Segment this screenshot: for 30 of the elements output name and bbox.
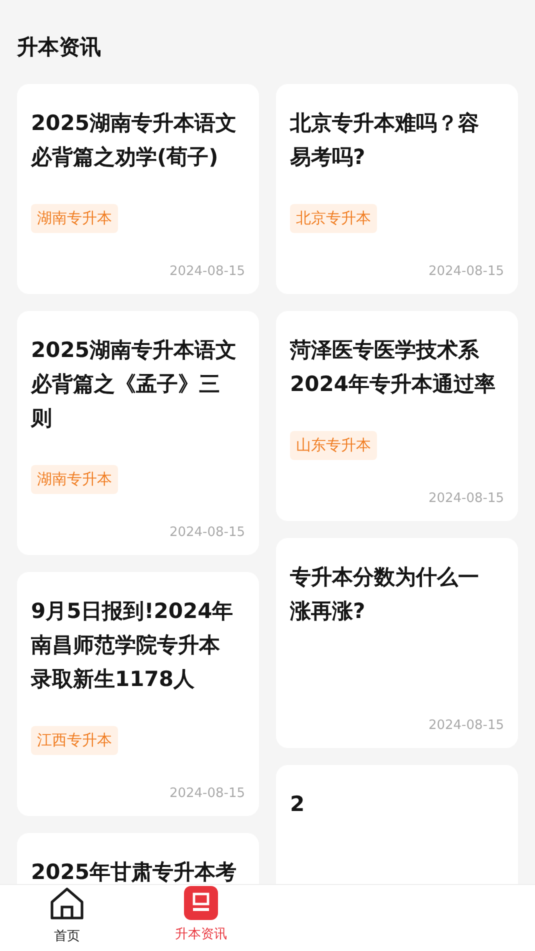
article-date: 2024-08-15 bbox=[169, 785, 245, 802]
region-tag: 山东专升本 bbox=[290, 431, 377, 460]
article-date: 2024-08-15 bbox=[428, 490, 504, 507]
article-title: 菏泽医专医学技术系2024年专升本通过率 bbox=[290, 337, 496, 398]
article-title: 2025湖南专升本语文必背篇之劝学(荀子) bbox=[31, 110, 238, 171]
region-tag: 湖南专升本 bbox=[31, 204, 118, 233]
region-tag: 江西专升本 bbox=[31, 726, 118, 755]
article-title: 2025湖南专升本语文必背篇之《孟子》三则 bbox=[31, 337, 238, 432]
article-card[interactable]: 菏泽医专医学技术系2024年专升本通过率 山东专升本 2024-08-15 bbox=[276, 311, 518, 521]
article-date: 2024-08-15 bbox=[428, 717, 504, 734]
tab-item[interactable]: 升本资讯 bbox=[134, 885, 268, 951]
page-title: 升本资讯 bbox=[17, 35, 101, 59]
article-date: 2024-08-15 bbox=[428, 263, 504, 280]
article-card[interactable]: 2025湖南专升本语文必背篇之劝学(荀子) 湖南专升本 2024-08-15 bbox=[17, 84, 259, 294]
article-date: 2024-08-15 bbox=[169, 524, 245, 541]
article-card[interactable]: 专升本分数为什么一涨再涨? 2024-08-15 bbox=[276, 538, 518, 748]
article-title: 2 bbox=[290, 791, 306, 818]
article-title: 专升本分数为什么一涨再涨? bbox=[290, 564, 480, 625]
article-date: 2024-08-15 bbox=[169, 263, 245, 280]
article-card[interactable]: 2 bbox=[276, 765, 518, 884]
article-card[interactable]: 2025年甘肃专升本考 bbox=[17, 833, 259, 884]
region-tag: 北京专升本 bbox=[290, 204, 377, 233]
region-tag: 湖南专升本 bbox=[31, 465, 118, 494]
article-card[interactable]: 9月5日报到!2024年南昌师范学院专升本录取新生1178人 江西专升本 2024-08-15 bbox=[17, 572, 259, 816]
article-title: 北京专升本难吗？容易考吗? bbox=[290, 110, 480, 171]
article-title: 2025年甘肃专升本考 bbox=[31, 859, 238, 884]
article-card[interactable]: 2025湖南专升本语文必背篇之《孟子》三则 湖南专升本 2024-08-15 bbox=[17, 311, 259, 555]
article-card[interactable]: 北京专升本难吗？容易考吗? 北京专升本 2024-08-15 bbox=[276, 84, 518, 294]
tab-item[interactable]: 首页 bbox=[0, 885, 134, 951]
article-title: 9月5日报到!2024年南昌师范学院专升本录取新生1178人 bbox=[31, 598, 234, 693]
